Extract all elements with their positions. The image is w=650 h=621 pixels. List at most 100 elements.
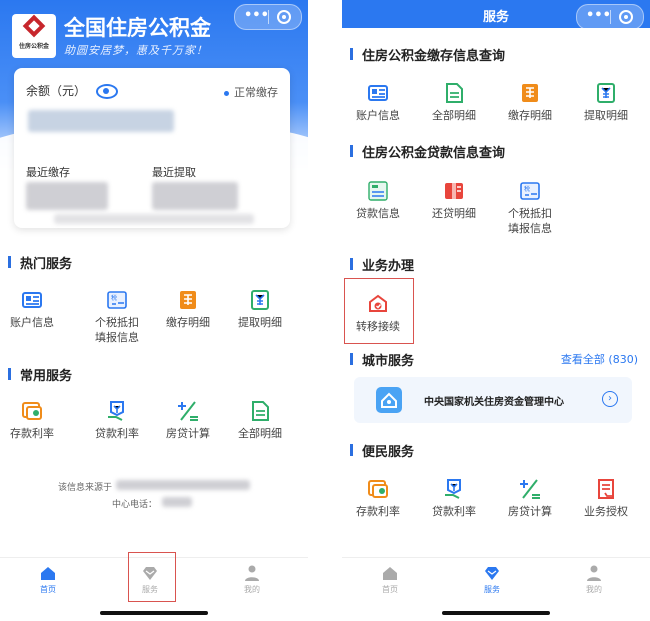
service-deposit-rate[interactable]: 存款利率: [0, 400, 70, 441]
source-redacted: [116, 480, 250, 490]
document-icon: [249, 400, 271, 422]
home-icon: [370, 564, 410, 582]
service-tax[interactable]: 税个税抵扣 填报信息: [492, 180, 568, 236]
tab-label: 服务: [484, 585, 500, 594]
services-screen: 服务 ••• 住房公积金缴存信息查询 账户信息 全部明细 缴存明细 提取明细 住房公积…: [342, 0, 650, 621]
service-repay[interactable]: 还贷明细: [416, 180, 492, 221]
service-document[interactable]: 全部明细: [416, 82, 492, 123]
calculator-icon: [177, 400, 199, 422]
service-label: 个税抵扣 填报信息: [508, 207, 552, 235]
miniprogram-capsule[interactable]: •••: [576, 4, 644, 30]
miniprogram-capsule[interactable]: •••: [234, 4, 302, 30]
person-icon: [574, 564, 614, 582]
service-label: 缴存明细: [166, 316, 210, 329]
service-label: 存款利率: [356, 505, 400, 518]
tab-person[interactable]: 我的: [574, 564, 614, 595]
service-calculator[interactable]: 房贷计算: [492, 478, 568, 519]
service-deposit-detail[interactable]: 缴存明细: [150, 289, 226, 330]
city-service-card[interactable]: 中央国家机关住房资金管理中心 ›: [354, 377, 632, 423]
deposit-detail-icon: [519, 82, 541, 104]
tax-icon: 税: [106, 289, 128, 311]
account-icon: [367, 82, 389, 104]
card-caption-redacted: [54, 214, 254, 224]
document-icon: [443, 82, 465, 104]
tab-label: 我的: [244, 585, 260, 594]
phone-redacted: [162, 497, 192, 507]
deposit-rate-icon: [367, 478, 389, 500]
more-icon[interactable]: •••: [244, 8, 269, 23]
loan-info-icon: [367, 180, 389, 202]
business-title: 业务办理: [349, 255, 414, 274]
service-loan-info[interactable]: 贷款信息: [342, 180, 416, 221]
calculator-icon: [519, 478, 541, 500]
service-deposit-rate[interactable]: 存款利率: [342, 478, 416, 519]
close-miniprogram-icon[interactable]: [277, 10, 291, 24]
balance-label: 余额（元）: [26, 84, 87, 98]
service-withdraw-detail[interactable]: 提取明细: [568, 82, 644, 123]
service-label: 提取明细: [238, 316, 282, 329]
tab-person[interactable]: 我的: [232, 564, 272, 595]
service-authorize[interactable]: 业务授权: [568, 478, 644, 519]
tab-label: 首页: [40, 585, 56, 594]
chevron-right-icon[interactable]: ›: [602, 391, 618, 407]
service-label: 个税抵扣 填报信息: [95, 316, 139, 344]
service-account[interactable]: 账户信息: [342, 82, 416, 123]
loan-query-title: 住房公积金贷款信息查询: [349, 142, 505, 161]
tab-label: 首页: [382, 585, 398, 594]
recent-withdraw-label: 最近提取: [152, 166, 196, 179]
service-label: 贷款利率: [95, 427, 139, 440]
status-badge: 正常缴存: [224, 84, 278, 100]
diamond-icon: [472, 564, 512, 582]
svg-text:税: 税: [111, 294, 117, 302]
service-label: 房贷计算: [508, 505, 552, 518]
recent-withdraw-redacted: [152, 182, 238, 210]
source-prefix: 该信息来源于: [58, 483, 113, 493]
service-label: 还贷明细: [432, 207, 476, 220]
city-services-title: 城市服务: [349, 350, 414, 369]
authorize-icon: [595, 478, 617, 500]
slogan: 助圆安居梦，惠及千万家！: [64, 44, 208, 57]
highlight-box: [128, 552, 176, 602]
service-label: 缴存明细: [508, 109, 552, 122]
service-tax[interactable]: 税个税抵扣 填报信息: [79, 289, 155, 345]
withdraw-detail-icon: [595, 82, 617, 104]
service-document[interactable]: 全部明细: [222, 400, 298, 441]
tab-diamond[interactable]: 服务: [472, 564, 512, 595]
svg-text:税: 税: [524, 185, 530, 193]
repay-icon: [443, 180, 465, 202]
tab-home[interactable]: 首页: [370, 564, 410, 595]
service-withdraw-detail[interactable]: 提取明细: [222, 289, 298, 330]
service-label: 业务授权: [584, 505, 628, 518]
tab-label: 我的: [586, 585, 602, 594]
brand-title: 全国住房公积金: [64, 16, 211, 40]
service-loan-rate[interactable]: 贷款利率: [79, 400, 155, 441]
home-building-icon: [376, 387, 402, 413]
recent-deposit-redacted: [26, 182, 108, 210]
close-miniprogram-icon[interactable]: [619, 10, 633, 24]
withdraw-detail-icon: [249, 289, 271, 311]
eye-icon[interactable]: [96, 84, 118, 99]
home-screen: 住房公积金 全国住房公积金 助圆安居梦，惠及千万家！ ••• 余额（元） 正常缴…: [0, 0, 308, 621]
home-indicator: [100, 611, 208, 615]
service-calculator[interactable]: 房贷计算: [150, 400, 226, 441]
view-all-link[interactable]: 查看全部 (830): [561, 351, 638, 367]
more-icon[interactable]: •••: [586, 8, 611, 23]
hot-services-title: 热门服务: [7, 253, 72, 272]
service-loan-rate[interactable]: 贷款利率: [416, 478, 492, 519]
service-label: 贷款利率: [432, 505, 476, 518]
city-service-name: 中央国家机关住房资金管理中心: [424, 397, 564, 408]
tab-home[interactable]: 首页: [28, 564, 68, 595]
loan-rate-icon: [443, 478, 465, 500]
highlight-box: [344, 278, 414, 344]
service-account[interactable]: 账户信息: [0, 289, 70, 330]
logo: 住房公积金: [12, 14, 56, 58]
service-label: 房贷计算: [166, 427, 210, 440]
loan-rate-icon: [106, 400, 128, 422]
deposit-query-title: 住房公积金缴存信息查询: [349, 45, 505, 64]
service-label: 全部明细: [238, 427, 282, 440]
service-deposit-detail[interactable]: 缴存明细: [492, 82, 568, 123]
home-indicator: [442, 611, 550, 615]
convenience-title: 便民服务: [349, 441, 414, 460]
deposit-rate-icon: [21, 400, 43, 422]
tax-icon: 税: [519, 180, 541, 202]
